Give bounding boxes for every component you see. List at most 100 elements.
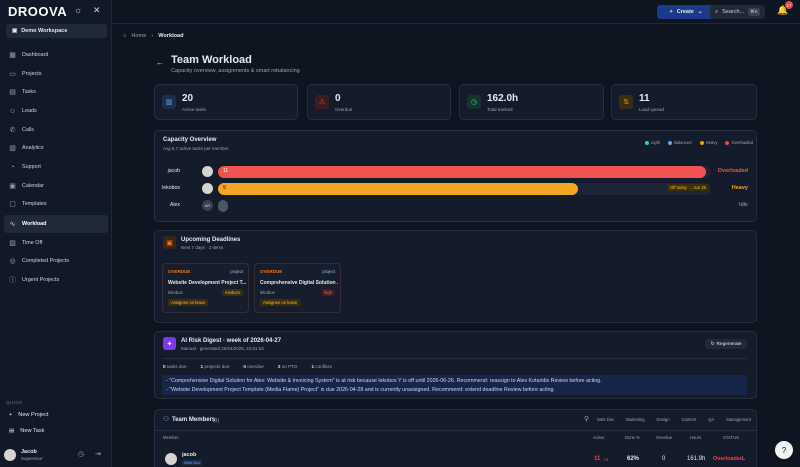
calendar-icon: ▣ [163, 236, 176, 249]
chevron-down-icon[interactable]: ⌄ [742, 456, 746, 462]
sidebar-item-label: Calendar [22, 183, 44, 189]
clock-icon: ◷ [467, 95, 481, 109]
summary-label: overdue [247, 364, 264, 369]
app-root: DROOVA ☼ ✕ ▣ Demo Workspace ▦ Dashboard ▭… [0, 0, 800, 467]
sidebar-item-time-off[interactable]: ▨ Time Off [4, 235, 108, 251]
sidebar-item-completed-projects[interactable]: ◎ Completed Projects [4, 253, 108, 269]
sidebar-item-label: Templates [22, 201, 47, 207]
summary-count: 1 [311, 364, 314, 369]
deadline-owner: lekobos [168, 290, 183, 295]
deadlines-subtitle: Next 7 days · 2 items [181, 245, 224, 250]
doc-icon: ▤ [9, 89, 16, 96]
quick-section-label: QUICK [6, 400, 23, 405]
stat-value: 20 [182, 93, 194, 104]
column-member: Member [163, 435, 179, 440]
filter-icon[interactable]: ⚲ [584, 415, 589, 423]
legend-label: Balanced [674, 140, 692, 145]
filter-chip[interactable]: Management [726, 417, 750, 422]
digest-line: - "Website Development Project Template … [166, 387, 555, 393]
sidebar-item-projects[interactable]: ▭ Projects [4, 66, 108, 82]
new-task-button[interactable]: ▤ New Task [9, 428, 44, 434]
avatar [202, 183, 213, 194]
column-active[interactable]: Active [593, 435, 604, 440]
sidebar-item-leads[interactable]: ☺ Leads [4, 103, 108, 119]
deadline-card[interactable]: OVERDUE project Comprehensive Digital So… [254, 263, 341, 313]
sidebar-item-tasks[interactable]: ▤ Tasks [4, 84, 108, 100]
member-name: jacob [167, 168, 180, 174]
filter-chip[interactable]: Content [682, 417, 697, 422]
filter-chip[interactable]: QA [708, 417, 714, 422]
help-icon[interactable]: ? [775, 441, 793, 459]
legend-dot [645, 140, 649, 145]
legend-label: Overloaded [731, 140, 754, 145]
close-sidebar-icon[interactable]: ✕ [93, 5, 101, 16]
table-row[interactable]: jacob Web Dev 11 +4 62% 0 161.9h Overloa… [162, 450, 747, 466]
sidebar-item-label: Tasks [22, 89, 36, 95]
capacity-bar [218, 200, 228, 212]
user-profile[interactable]: Jacob Supervisor ◷ ⇥ [4, 446, 108, 464]
capacity-subtitle: Avg 6.7 active tasks per member [163, 146, 229, 151]
active-count: 11 [594, 456, 601, 462]
sidebar-item-label: Projects [22, 71, 42, 77]
sidebar-item-urgent-projects[interactable]: ⓘ Urgent Projects [4, 272, 108, 288]
notification-badge: 17 [785, 1, 793, 9]
assignee-leave-badge: Assignee on leave [260, 299, 301, 306]
active-delta: +4 [603, 457, 609, 462]
stat-label: Total tracked [487, 107, 513, 112]
member-name: jacob [182, 452, 197, 458]
role-filters: Web Dev Marketing Design Content QA Mana… [597, 417, 751, 422]
divider [162, 358, 747, 359]
sidebar-item-label: Dashboard [22, 52, 49, 58]
sidebar-item-dashboard[interactable]: ▦ Dashboard [4, 47, 108, 63]
avatar [165, 453, 177, 465]
capacity-row[interactable]: lekobos 9 Off today → Jun 26 Heavy [162, 182, 752, 196]
capacity-row[interactable]: jacob 11 Overloaded [162, 165, 752, 179]
template-icon: ▢ [9, 201, 16, 208]
capacity-row[interactable]: Alex AR Idle [162, 199, 752, 213]
summary-count: 2 [277, 364, 281, 369]
logout-icon[interactable]: ⇥ [95, 450, 101, 458]
create-button[interactable]: + Create ⌄ [657, 5, 715, 19]
legend-dot [668, 140, 673, 145]
digest-summary: 0 tasks due 1 projects due 0 overdue 2 o… [163, 364, 332, 369]
regenerate-button[interactable]: ↻ Regenerate [705, 339, 747, 349]
new-task-label: New Task [20, 428, 45, 434]
sidebar-item-support[interactable]: ◔ Support [4, 159, 108, 175]
folder-icon: ▭ [9, 71, 16, 78]
back-arrow-icon[interactable]: ← [156, 58, 164, 67]
new-project-button[interactable]: + New Project [9, 412, 48, 418]
summary-item: 2 on PTO [278, 364, 298, 369]
stat-label: Active tasks [182, 107, 207, 112]
sidebar-item-analytics[interactable]: ▥ Analytics [4, 140, 108, 156]
plus-icon: + [9, 412, 13, 418]
brand-logo[interactable]: DROOVA [8, 4, 67, 19]
sidebar-item-templates[interactable]: ▢ Templates [4, 196, 108, 212]
sidebar-item-label: Support [22, 164, 41, 170]
filter-chip[interactable]: Marketing [626, 417, 644, 422]
deadline-type: project [322, 269, 335, 274]
stat-card-active: ▥ 20 Active tasks [154, 84, 298, 120]
workspace-switcher[interactable]: ▣ Demo Workspace [6, 24, 107, 38]
sidebar-item-workload[interactable]: ∿ Workload [4, 215, 108, 233]
grid-icon: ▦ [9, 52, 16, 59]
search-input[interactable]: ⌕ Search... ⌘K [710, 5, 765, 19]
theme-toggle-icon[interactable]: ☼ [74, 5, 82, 15]
check-icon: ◎ [9, 258, 16, 265]
warning-icon: ⚠ [315, 95, 329, 109]
capacity-count: 9 [223, 185, 226, 191]
stat-card-tracked: ◷ 162.0h Total tracked [459, 84, 604, 120]
chart-icon: ▥ [9, 145, 16, 152]
filter-chip[interactable]: Design [657, 417, 670, 422]
page-subtitle: Capacity overview, assignments & smart r… [171, 68, 300, 74]
sidebar-item-label: Analytics [22, 145, 44, 151]
summary-item: 1 projects due [201, 364, 230, 369]
filter-chip[interactable]: Web Dev [597, 417, 614, 422]
sidebar-item-calendar[interactable]: ▣ Calendar [4, 178, 108, 194]
capacity-title: Capacity Overview [163, 137, 217, 143]
breadcrumb-home[interactable]: Home [131, 33, 146, 39]
clock-icon[interactable]: ◷ [78, 450, 84, 458]
sidebar-item-calls[interactable]: ✆ Calls [4, 122, 108, 138]
deadline-card[interactable]: OVERDUE project Website Development Proj… [162, 263, 249, 313]
sidebar-item-label: Completed Projects [22, 258, 70, 264]
legend-overloaded: Overloaded [725, 140, 753, 145]
